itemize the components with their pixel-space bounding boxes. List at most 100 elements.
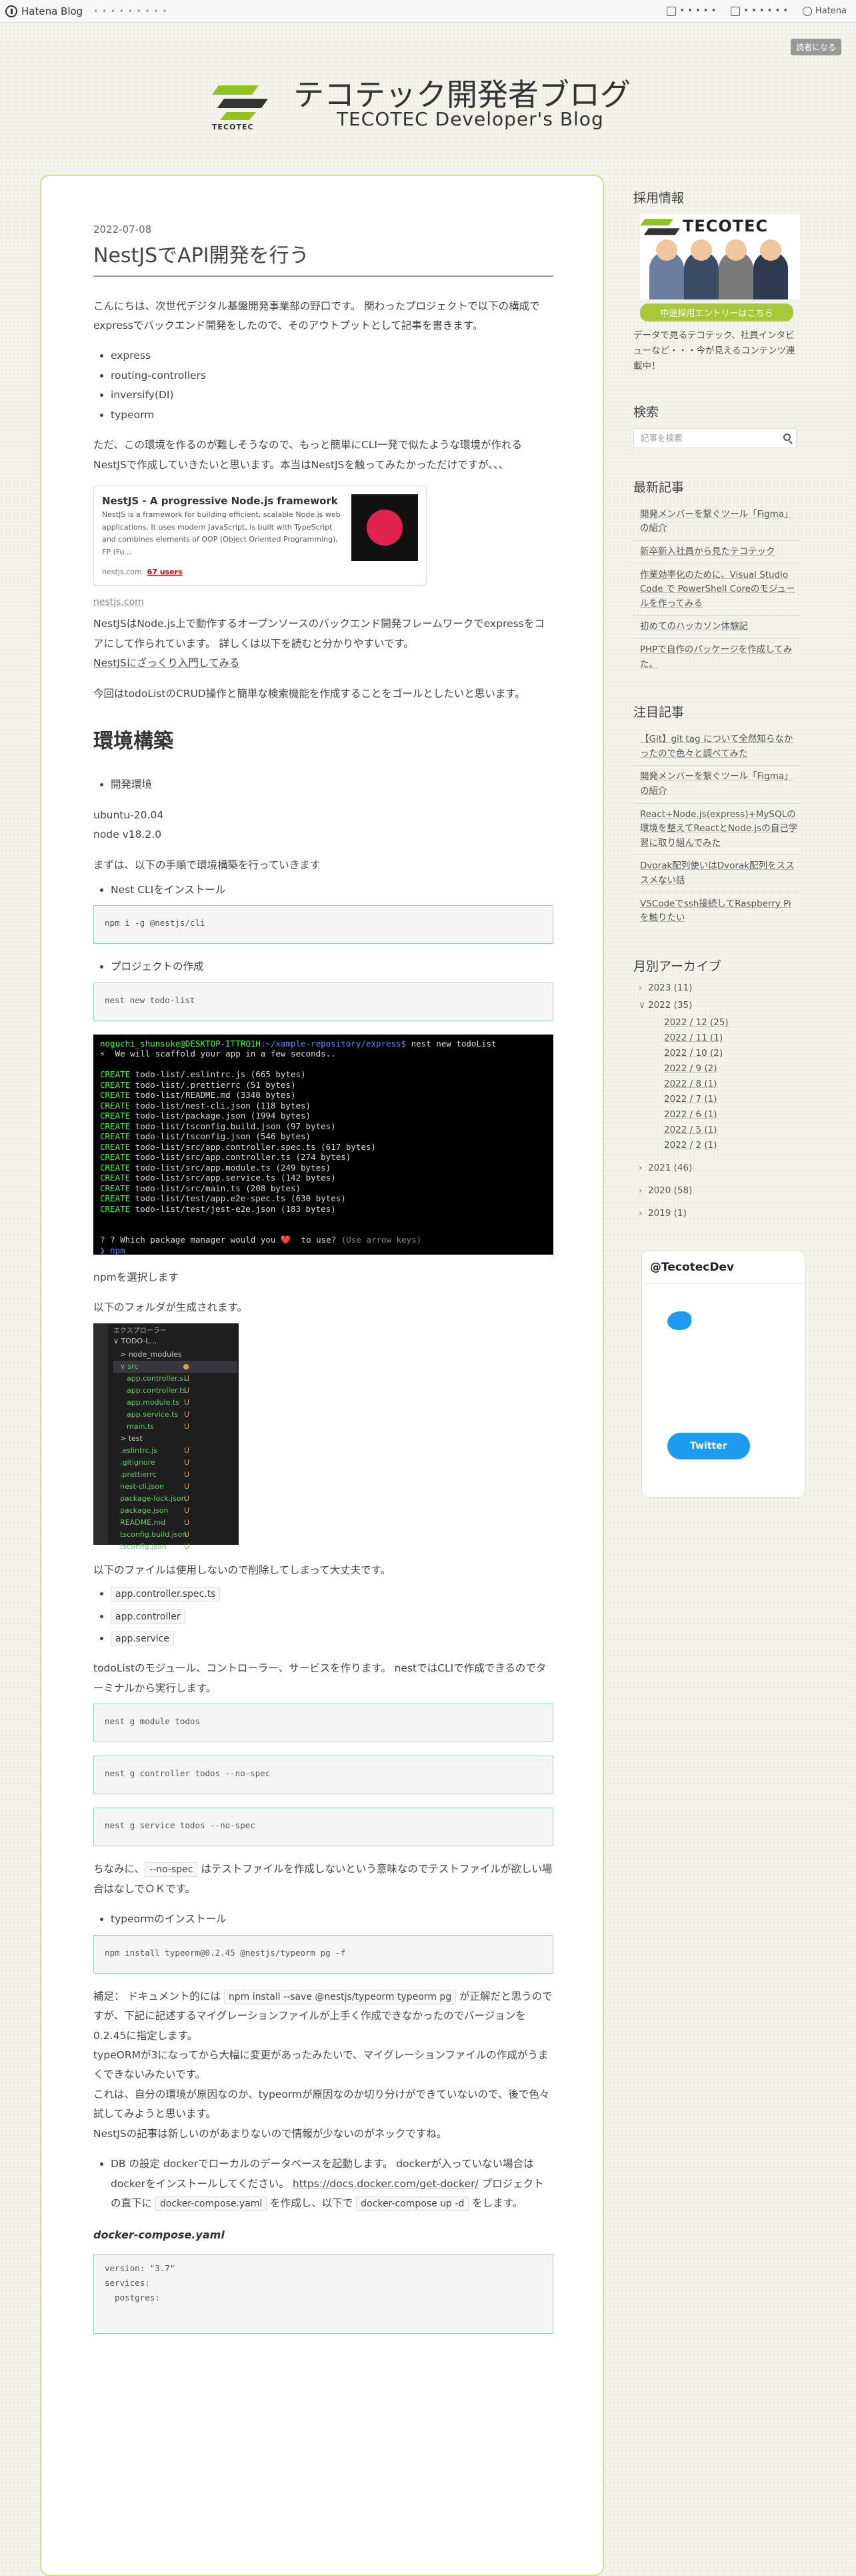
archive-list: › 2023 (11) ∨ 2022 (35) 2022 / 12 (25) 2022… <box>633 983 800 1219</box>
featured-item[interactable]: Dvorak配列使いはDvorak配列をスススメない話 <box>633 855 800 893</box>
explorer-file-row[interactable]: app.module.ts U <box>113 1397 237 1409</box>
twitter-bird-icon <box>667 1311 691 1330</box>
explorer-file-row[interactable]: .gitignore U <box>113 1457 237 1469</box>
terminal-create-file: todo-list/src/main.ts (208 bytes) <box>130 1183 301 1193</box>
explorer-file-row[interactable]: package-lock.json U <box>113 1493 237 1505</box>
list-menu-label: • • • • • • <box>743 6 788 16</box>
explorer-file-row[interactable]: main.ts U <box>113 1421 237 1433</box>
blog-header: TECOTEC テコテック開発者ブログ TECOTEC Developer's … <box>0 67 856 140</box>
terminal-create-label: CREATE <box>100 1203 131 1214</box>
archive-year-2020[interactable]: › 2020 (58) <box>633 1185 800 1196</box>
featured-item[interactable]: 開発メンバーを繋ぐツール「Figma」の紹介 <box>633 766 800 804</box>
archive-year-2019[interactable]: › 2019 (1) <box>633 1208 800 1219</box>
recent-item[interactable]: 新卒新入社員から見たテコテック <box>633 541 800 564</box>
archive-month-item[interactable]: 2022 / 8 (1) <box>633 1079 800 1089</box>
archive-month-item[interactable]: 2022 / 5 (1) <box>633 1125 800 1135</box>
terminal-create-label: CREATE <box>100 1069 131 1080</box>
blog-menu-dots[interactable]: • • • • • • • • • <box>93 7 167 16</box>
edit-menu[interactable]: • • • • • <box>667 6 716 16</box>
recent-item[interactable]: PHPで自作のパッケージを作成してみた。 <box>633 639 800 676</box>
terminal-create-file: todo-list/src/app.controller.ts (274 byt… <box>130 1152 351 1163</box>
supplement-note: 補足： ドキュメント的には npm install --save @nestjs… <box>93 1989 553 2042</box>
hatena-blog-brand[interactable]: Hatena Blog • • • • • • • • • <box>5 5 167 17</box>
recent-item[interactable]: 作業効率化のために、Visual Studio Code で PowerShel… <box>633 564 800 616</box>
motivation-paragraph: ただ、この環境を作るのが難しそうなので、もっと簡単にCLI一発で似たような環境が… <box>93 439 522 471</box>
recent-list: 開発メンバーを繋ぐツール「Figma」の紹介 新卒新入社員から見たテコテック 作… <box>633 504 800 676</box>
archive-year-2021[interactable]: › 2021 (46) <box>633 1163 800 1173</box>
subscribe-button[interactable]: 読者になる <box>790 39 841 55</box>
terminal-create-file: todo-list/tsconfig.json (546 bytes) <box>130 1131 311 1142</box>
recruit-entry-button[interactable]: 中途採用エントリーはこちら <box>640 303 793 321</box>
archive-title: 月別アーカイブ <box>633 958 721 974</box>
archive-month-item[interactable]: 2022 / 11 (1) <box>633 1033 800 1043</box>
article-body: 2022-07-08 NestJSでAPI開発を行う こんにちは、次世代デジタル… <box>93 220 553 2334</box>
chevron-right-icon: › <box>639 1185 643 1196</box>
code-block-new[interactable]: nest new todo-list <box>93 982 553 1021</box>
explorer-file-row[interactable]: ∨ src ● <box>113 1360 237 1373</box>
tecotec-logo-icon <box>640 219 680 235</box>
explorer-file-row[interactable]: tsconfig.json U <box>113 1541 237 1553</box>
explorer-file-row[interactable]: .prettierrc U <box>113 1469 237 1481</box>
blog-subtitle: TECOTEC Developer's Blog <box>337 108 604 130</box>
archive-month-item[interactable]: 2022 / 12 (25) <box>633 1017 800 1028</box>
explorer-file-row[interactable]: nest-cli.json U <box>113 1481 237 1493</box>
code-block-service[interactable]: nest g service todos --no-spec <box>93 1808 553 1847</box>
archive-month-item[interactable]: 2022 / 7 (1) <box>633 1094 800 1105</box>
featured-item[interactable]: 【Git】git tag について全然知らなかったので色々と調べてみた <box>633 728 800 766</box>
explorer-file-row[interactable]: package.json U <box>113 1505 237 1517</box>
docker-install-link[interactable]: https://docs.docker.com/get-docker/ <box>293 2178 479 2190</box>
code-block-typeorm[interactable]: npm install typeorm@0.2.45 @nestjs/typeo… <box>93 1934 553 1974</box>
explorer-file-row[interactable]: README.md U <box>113 1517 237 1529</box>
featured-item[interactable]: VSCodeでssh接続してRaspberry Piを触りたい <box>633 893 800 930</box>
explorer-file-row[interactable]: tsconfig.build.json U <box>113 1529 237 1541</box>
list-menu[interactable]: • • • • • • <box>731 6 788 16</box>
nest-intro-link[interactable]: NestJSにざっくり入門してみる <box>93 657 239 669</box>
inline-code: --no-spec <box>145 1862 198 1878</box>
featured-item[interactable]: React+Node.js(express)+MySQLの環境を整えてReact… <box>633 804 800 856</box>
explorer-file-row[interactable]: app.service.ts U <box>113 1409 237 1421</box>
explorer-file-row[interactable]: > test <box>113 1433 237 1445</box>
hatena-topbar: Hatena Blog • • • • • • • • • • • • • • … <box>0 0 856 23</box>
explorer-file-row[interactable]: > node_modules <box>113 1349 237 1361</box>
terminal-create-lines: CREATE todo-list/.eslintrc.js (665 bytes… <box>100 1069 376 1214</box>
link-card-nestjs[interactable]: NestJS - A progressive Node.js framework… <box>93 486 427 586</box>
article-title[interactable]: NestJSでAPI開発を行う <box>93 242 553 277</box>
code-block-compose[interactable]: version: "3.7" services: postgres: <box>93 2253 553 2334</box>
inline-code: npm install --save @nestjs/typeorm typeo… <box>223 1989 457 2004</box>
typeorm-note: typeORMが3になってから大幅に変更があったみたいで、マイグレーションファイ… <box>93 2048 549 2081</box>
code-block-controller[interactable]: nest g controller todos --no-spec <box>93 1756 553 1795</box>
hatebu-users-badge[interactable]: 67 users <box>147 566 183 580</box>
twitter-handle[interactable]: @TecotecDev <box>650 1261 734 1274</box>
archive-month-item[interactable]: 2022 / 6 (1) <box>633 1109 800 1120</box>
archive-month-item[interactable]: 2022 / 9 (2) <box>633 1063 800 1074</box>
explorer-file-row[interactable]: .eslintrc.js U <box>113 1445 237 1457</box>
explorer-file-row[interactable]: app.controller.ts U <box>113 1385 237 1397</box>
archive-month-item[interactable]: 2022 / 2 (1) <box>633 1140 800 1151</box>
code-block-module[interactable]: nest g module todos <box>93 1704 553 1743</box>
terminal-create-label: CREATE <box>100 1079 131 1090</box>
twitter-button[interactable]: Twitter <box>667 1432 750 1459</box>
terminal-create-file: todo-list/nest-cli.json (118 bytes) <box>130 1100 311 1111</box>
list-item: routing-controllers <box>111 366 553 386</box>
archive-year-2023[interactable]: › 2023 (11) <box>633 983 800 993</box>
stack-list: express routing-controllers inversify(DI… <box>93 346 553 425</box>
search-input[interactable]: 記事を検索 <box>633 428 797 448</box>
terminal-create-label: CREATE <box>100 1183 131 1193</box>
recruit-banner[interactable]: TECOTEC <box>640 214 800 299</box>
archive-month-item[interactable]: 2022 / 10 (2) <box>633 1048 800 1059</box>
list-item: inversify(DI) <box>111 386 553 405</box>
recent-item[interactable]: 初めてのハッカソン体験記 <box>633 616 800 639</box>
card-source-link[interactable]: nestjs.com <box>93 597 144 608</box>
search-icon[interactable] <box>783 433 791 441</box>
explorer-file-row[interactable]: app.controller.s... U <box>113 1373 237 1385</box>
terminal-create-file: todo-list/src/app.controller.spec.ts (61… <box>130 1141 376 1152</box>
code-block-cli[interactable]: npm i -g @nestjs/cli <box>93 905 553 944</box>
terminal-create-label: CREATE <box>100 1152 131 1163</box>
terminal-option-npm: ❯ npm <box>100 1245 125 1255</box>
hatena-menu[interactable]: Hatena <box>802 6 847 16</box>
recent-item[interactable]: 開発メンバーを繋ぐツール「Figma」の紹介 <box>633 504 800 541</box>
archive-year-2022[interactable]: ∨ 2022 (35) <box>633 1000 800 1011</box>
file-name: app.controller.spec.ts <box>111 1587 221 1602</box>
hatena-menu-label: Hatena <box>815 6 847 16</box>
article-date[interactable]: 2022-07-08 <box>93 220 553 239</box>
